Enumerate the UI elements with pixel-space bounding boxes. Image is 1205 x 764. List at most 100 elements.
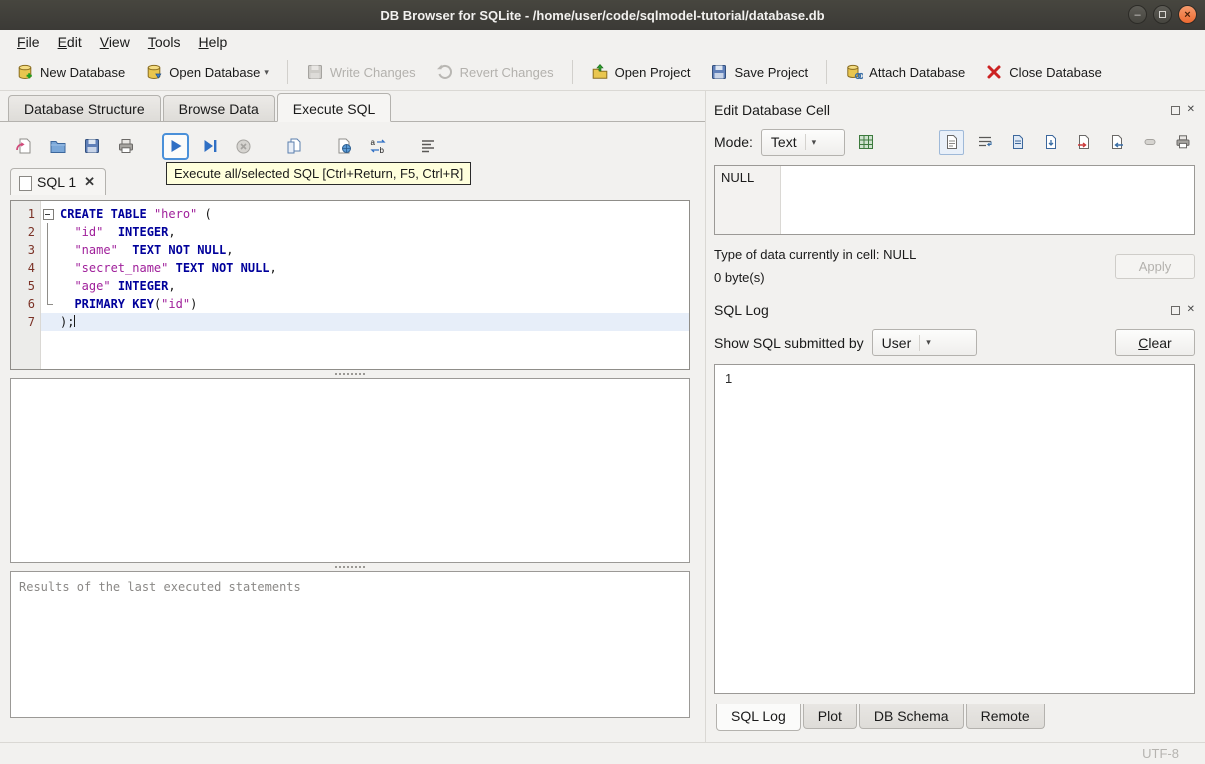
maximize-icon [1159, 11, 1166, 18]
menu-help[interactable]: Help [190, 32, 237, 52]
new-tab-button[interactable] [10, 133, 37, 160]
float-dock-icon[interactable] [1170, 105, 1180, 115]
save-sql-file-button[interactable] [78, 133, 105, 160]
tab-execute-sql[interactable]: Execute SQL [276, 93, 392, 122]
cell-size-info: 0 byte(s) [714, 270, 765, 285]
save-file-icon [1045, 135, 1056, 149]
text-mode-button[interactable] [939, 129, 964, 155]
maximize-button[interactable] [1153, 5, 1172, 24]
main-area: Database Structure Browse Data Execute S… [0, 91, 705, 742]
execute-all-button[interactable] [162, 132, 189, 160]
sql-log-header: SQL Log ✕ [714, 299, 1195, 321]
close-tab-icon[interactable]: ✕ [84, 174, 95, 190]
sql-tab-label: SQL 1 [37, 174, 77, 190]
revert-changes-button[interactable]: Revert Changes [428, 59, 562, 85]
splitter-handle[interactable] [10, 563, 690, 571]
close-button[interactable]: × [1178, 5, 1197, 24]
tab-database-structure[interactable]: Database Structure [8, 95, 161, 121]
find-replace-button[interactable]: a b [364, 133, 391, 160]
results-grid[interactable] [10, 378, 690, 563]
dock-tab-db-schema[interactable]: DB Schema [858, 704, 964, 729]
cell-text-area[interactable] [781, 166, 1194, 234]
set-null-button[interactable] [1137, 130, 1162, 155]
results-messages[interactable]: Results of the last executed statements [10, 571, 690, 718]
titlebar[interactable]: DB Browser for SQLite - /home/user/code/… [0, 0, 1205, 30]
results-placeholder: Results of the last executed statements [19, 580, 301, 594]
tab-browse-data[interactable]: Browse Data [162, 95, 275, 121]
word-wrap-icon [978, 136, 992, 147]
sql-editor[interactable]: 1234567 CREATE TABLE "hero" ( "id" INTEG… [10, 200, 690, 370]
mode-value: Text [770, 134, 797, 150]
export-button[interactable] [1104, 130, 1129, 155]
clear-log-button[interactable]: Clear [1115, 329, 1195, 356]
stop-button[interactable] [230, 133, 257, 160]
main-toolbar: New Database Open Database ▾ Write Chang… [0, 54, 1205, 91]
execute-current-line-icon [204, 140, 216, 152]
export-icon [1111, 135, 1123, 149]
export-data-button[interactable] [330, 133, 357, 160]
execute-sql-page: a b SQL 1 ✕ 1234567 CREATE TABLE "hero" … [0, 122, 705, 718]
window-controls: – × [1128, 5, 1197, 24]
dropdown-caret-icon[interactable]: ▾ [264, 67, 269, 78]
float-dock-icon[interactable] [1170, 305, 1180, 315]
close-dock-icon[interactable]: ✕ [1187, 105, 1195, 115]
menu-file[interactable]: File [8, 32, 49, 52]
window-title: DB Browser for SQLite - /home/user/code/… [380, 7, 825, 23]
cell-null-value: NULL [721, 170, 755, 185]
editor-code-column[interactable]: CREATE TABLE "hero" ( "id" INTEGER, "nam… [56, 201, 689, 369]
splitter-handle[interactable] [10, 370, 690, 378]
close-database-button[interactable]: Close Database [977, 59, 1110, 85]
print-button[interactable] [112, 133, 139, 160]
close-database-icon [987, 65, 1001, 79]
cell-editor-gutter: NULL [715, 166, 781, 234]
format-sql-button[interactable] [414, 133, 441, 160]
execute-current-line-button[interactable] [196, 133, 223, 160]
editor-line-numbers: 1234567 [11, 201, 41, 369]
log-filter-select[interactable]: User ▾ [871, 329, 977, 356]
open-project-label: Open Project [614, 64, 691, 80]
attach-database-button[interactable]: Attach Database [837, 59, 973, 85]
toolbar-separator [286, 60, 288, 84]
editor-fold-column[interactable] [41, 201, 56, 369]
print-icon [1176, 135, 1189, 149]
auto-detect-mode-icon [859, 135, 874, 149]
dock-tab-sql-log[interactable]: SQL Log [716, 704, 801, 731]
sql-log-area[interactable]: 1 [714, 364, 1195, 694]
dock-tab-remote[interactable]: Remote [965, 704, 1045, 729]
open-file-button[interactable] [1005, 130, 1030, 155]
new-database-button[interactable]: New Database [8, 59, 133, 85]
save-project-label: Save Project [734, 64, 809, 80]
sql-log-filter-row: Show SQL submitted by User ▾ Clear [714, 329, 1195, 356]
save-results-button[interactable] [280, 133, 307, 160]
write-changes-icon [307, 65, 322, 79]
encoding-indicator: UTF-8 [1142, 746, 1179, 761]
open-database-icon [147, 64, 162, 80]
save-project-button[interactable]: Save Project [702, 59, 816, 85]
svg-text:a: a [370, 138, 375, 147]
menu-view[interactable]: View [91, 32, 139, 52]
menu-tools[interactable]: Tools [139, 32, 190, 52]
print-cell-button[interactable] [1170, 130, 1195, 155]
sql-tab[interactable]: SQL 1 ✕ [10, 168, 107, 195]
cell-value-editor[interactable]: NULL [714, 165, 1195, 235]
mode-select[interactable]: Text ▾ [760, 128, 845, 156]
open-file-icon [1012, 135, 1023, 149]
dock-tab-plot[interactable]: Plot [802, 704, 857, 729]
dock-tab-bar: SQL Log Plot DB Schema Remote [714, 704, 1195, 742]
write-changes-button[interactable]: Write Changes [298, 59, 424, 85]
save-file-button[interactable] [1038, 130, 1063, 155]
chevron-down-icon: ▾ [919, 334, 931, 351]
word-wrap-button[interactable] [972, 130, 997, 155]
new-database-label: New Database [40, 64, 126, 80]
open-database-button[interactable]: Open Database ▾ [137, 59, 277, 85]
close-dock-icon[interactable]: ✕ [1187, 305, 1195, 315]
close-database-label: Close Database [1009, 64, 1102, 80]
menu-edit[interactable]: Edit [49, 32, 91, 52]
minimize-button[interactable]: – [1128, 5, 1147, 24]
open-project-button[interactable]: Open Project [583, 59, 699, 85]
splitter-dots-icon [335, 373, 365, 375]
apply-button[interactable]: Apply [1115, 253, 1195, 279]
import-button[interactable] [1071, 130, 1096, 155]
open-sql-file-button[interactable] [44, 133, 71, 160]
auto-detect-mode-button[interactable] [853, 129, 880, 156]
